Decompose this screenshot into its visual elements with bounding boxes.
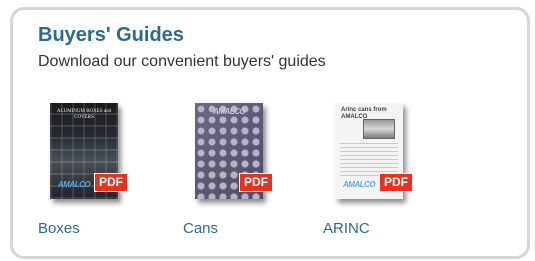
guide-cans[interactable]: AMALCO PDF Cans [183,95,303,245]
section-title: Buyers' Guides [38,24,184,46]
guide-link-boxes[interactable]: Boxes [38,220,80,237]
arinc-table-image [340,143,398,177]
boxes-cover-title: ALUMINUM BOXES and COVERS [56,109,112,120]
pdf-icon[interactable]: PDF [94,173,128,192]
amalco-logo: AMALCO [213,107,246,116]
arinc-box-image [363,119,395,139]
guide-arinc[interactable]: Arinc cans from AMALCO AMALCO PDF ARINC [323,95,443,245]
guide-link-cans[interactable]: Cans [183,220,218,237]
amalco-logo: AMALCO [58,180,91,189]
pdf-icon[interactable]: PDF [379,173,413,192]
amalco-logo: AMALCO [343,180,376,189]
pdf-icon[interactable]: PDF [239,173,273,192]
guide-link-arinc[interactable]: ARINC [323,220,370,237]
section-subtitle: Download our convenient buyers' guides [38,53,326,70]
guide-boxes[interactable]: ALUMINUM BOXES and COVERS AMALCO PDF Box… [38,95,158,245]
